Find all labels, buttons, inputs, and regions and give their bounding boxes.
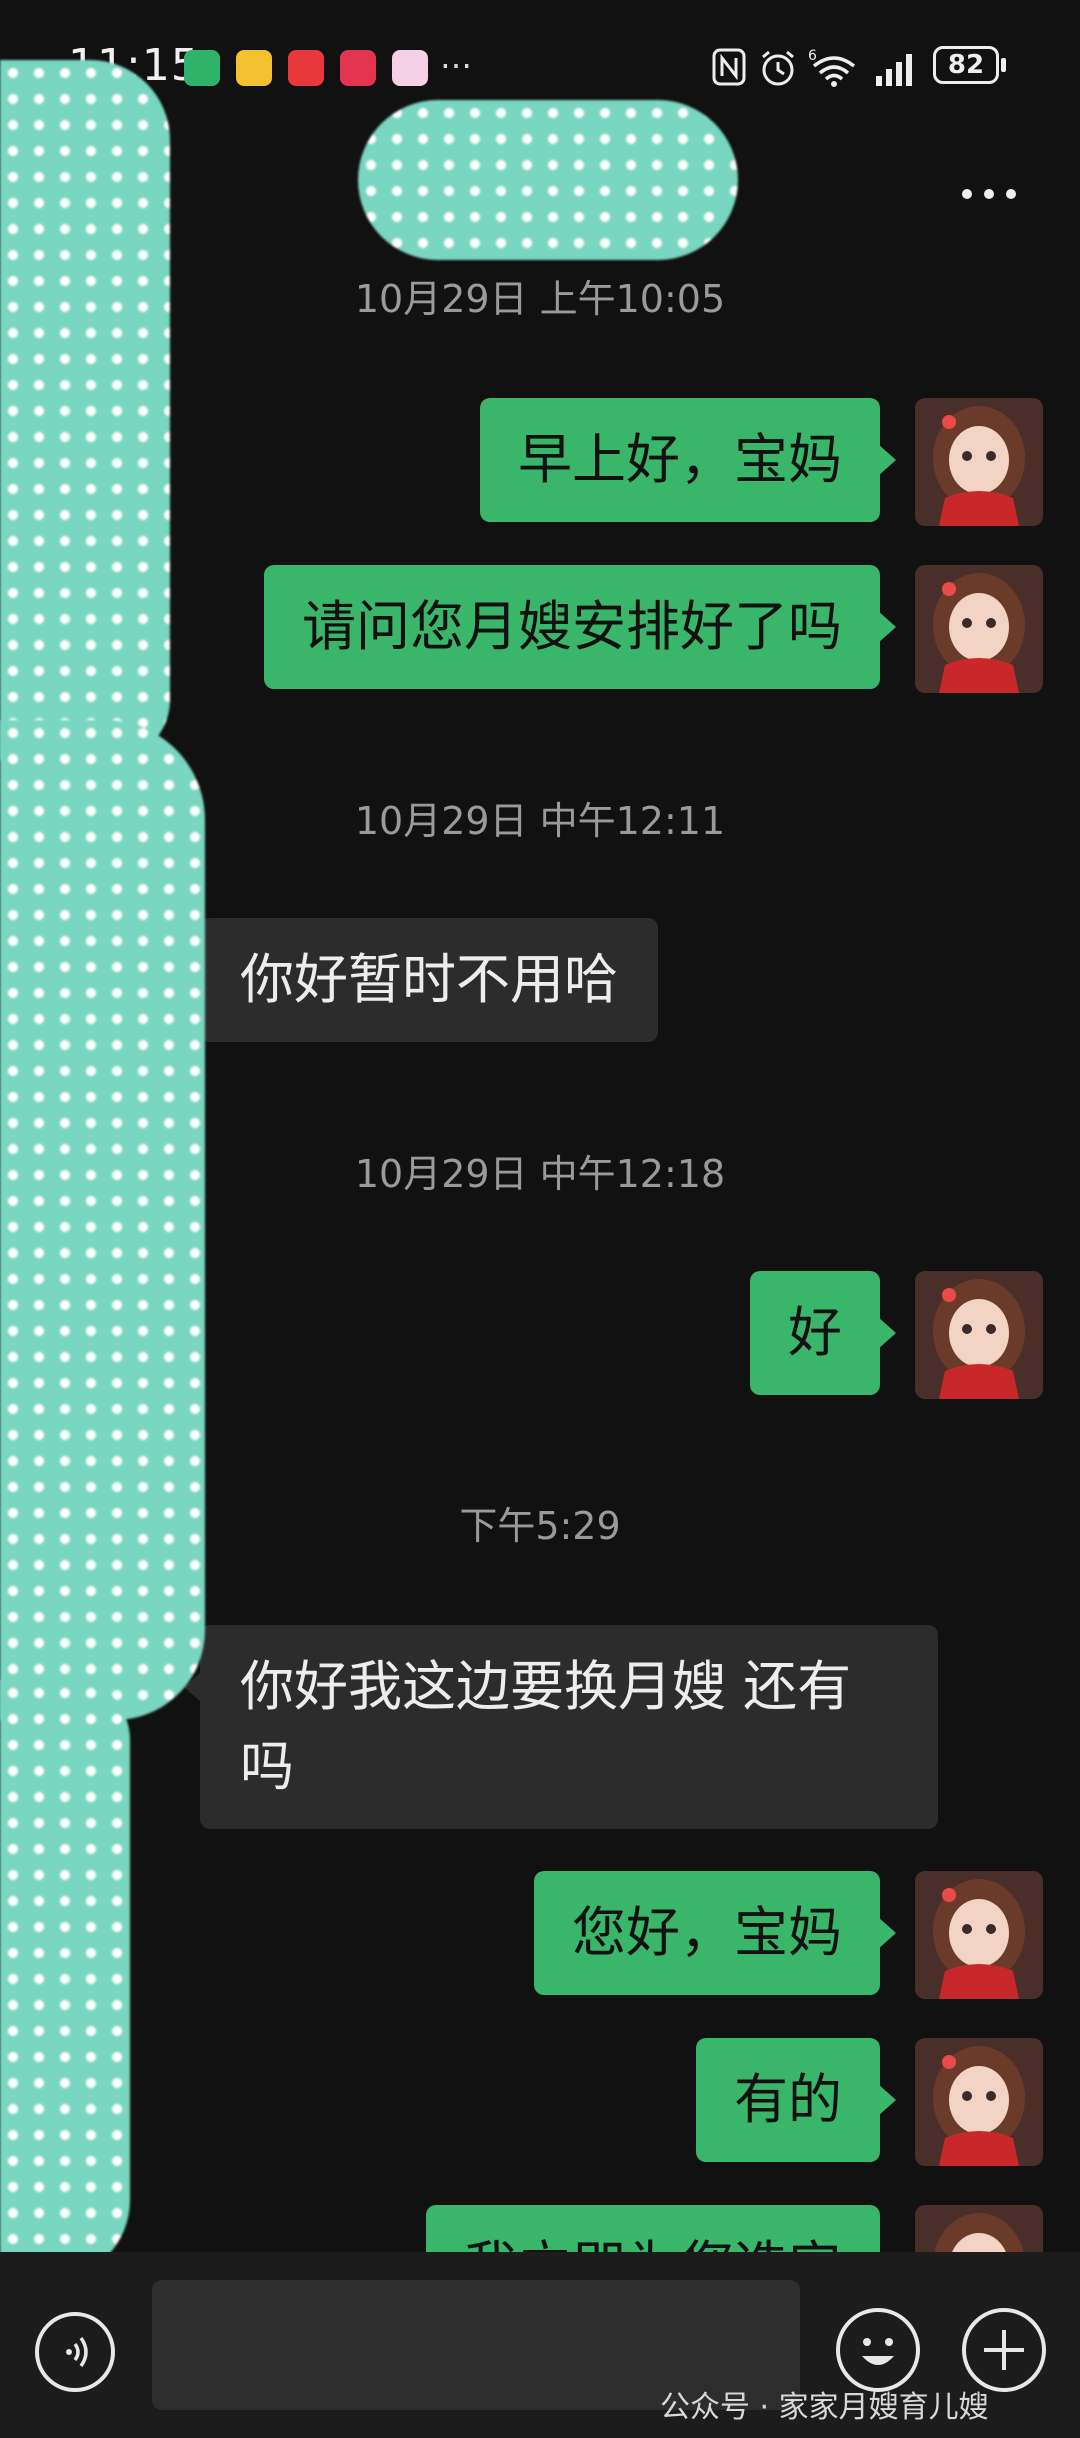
incoming-message[interactable]: 你好暂时不用哈 [184, 918, 658, 1042]
voice-icon [66, 2336, 88, 2368]
outgoing-message[interactable]: 您好，宝妈 [534, 1871, 896, 1995]
panda-app-icon [184, 50, 220, 86]
outgoing-message[interactable]: 请问您月嫂安排好了吗 [264, 565, 896, 689]
outgoing-message[interactable]: 有的 [696, 2038, 896, 2162]
redaction-overlay [0, 720, 205, 1720]
chat-screen: 11:15 … 6 82 10月29日 上午10:05 早上好，宝妈 请问您月嫂… [0, 0, 1080, 2438]
heart-app-icon [340, 50, 376, 86]
redaction-overlay [0, 1680, 130, 2280]
svg-text:6: 6 [808, 48, 817, 64]
user-avatar[interactable] [915, 1271, 1043, 1399]
alarm-icon [762, 50, 794, 86]
user-avatar[interactable] [915, 398, 1043, 526]
cellular-signal-icon [876, 54, 912, 86]
redaction-overlay [358, 100, 738, 260]
nfc-icon [712, 48, 746, 86]
voice-input-button[interactable] [35, 2312, 115, 2392]
user-avatar[interactable] [915, 565, 1043, 693]
emoji-icon [862, 2338, 894, 2365]
gallery-app-icon [392, 50, 428, 86]
input-bar: 公众号 · 家家月嫂育儿嫂 [0, 2252, 1080, 2438]
wifi-icon: 6 [808, 48, 856, 87]
outgoing-message[interactable]: 好 [750, 1271, 896, 1395]
incoming-message[interactable]: 你好我这边要换月嫂 还有 吗 [184, 1625, 938, 1829]
outgoing-message[interactable]: 早上好，宝妈 [480, 398, 896, 522]
store-app-icon [236, 50, 272, 86]
message-line: 吗 [240, 1735, 294, 1798]
user-avatar[interactable] [915, 1871, 1043, 1999]
message-line: 你好我这边要换月嫂 还有 [240, 1655, 852, 1718]
status-bar: 11:15 … 6 82 [0, 30, 1080, 100]
battery-indicator: 82 [933, 46, 999, 84]
shop-app-icon [288, 50, 324, 86]
user-avatar[interactable] [915, 2038, 1043, 2166]
more-functions-button[interactable] [962, 2308, 1046, 2392]
battery-tip [1001, 58, 1006, 72]
emoji-button[interactable] [836, 2308, 920, 2392]
watermark: 公众号 · 家家月嫂育儿嫂 [660, 2390, 989, 2425]
redaction-overlay [0, 60, 170, 760]
more-options-icon[interactable] [960, 185, 1020, 205]
more-notifications-icon: … [440, 38, 472, 76]
